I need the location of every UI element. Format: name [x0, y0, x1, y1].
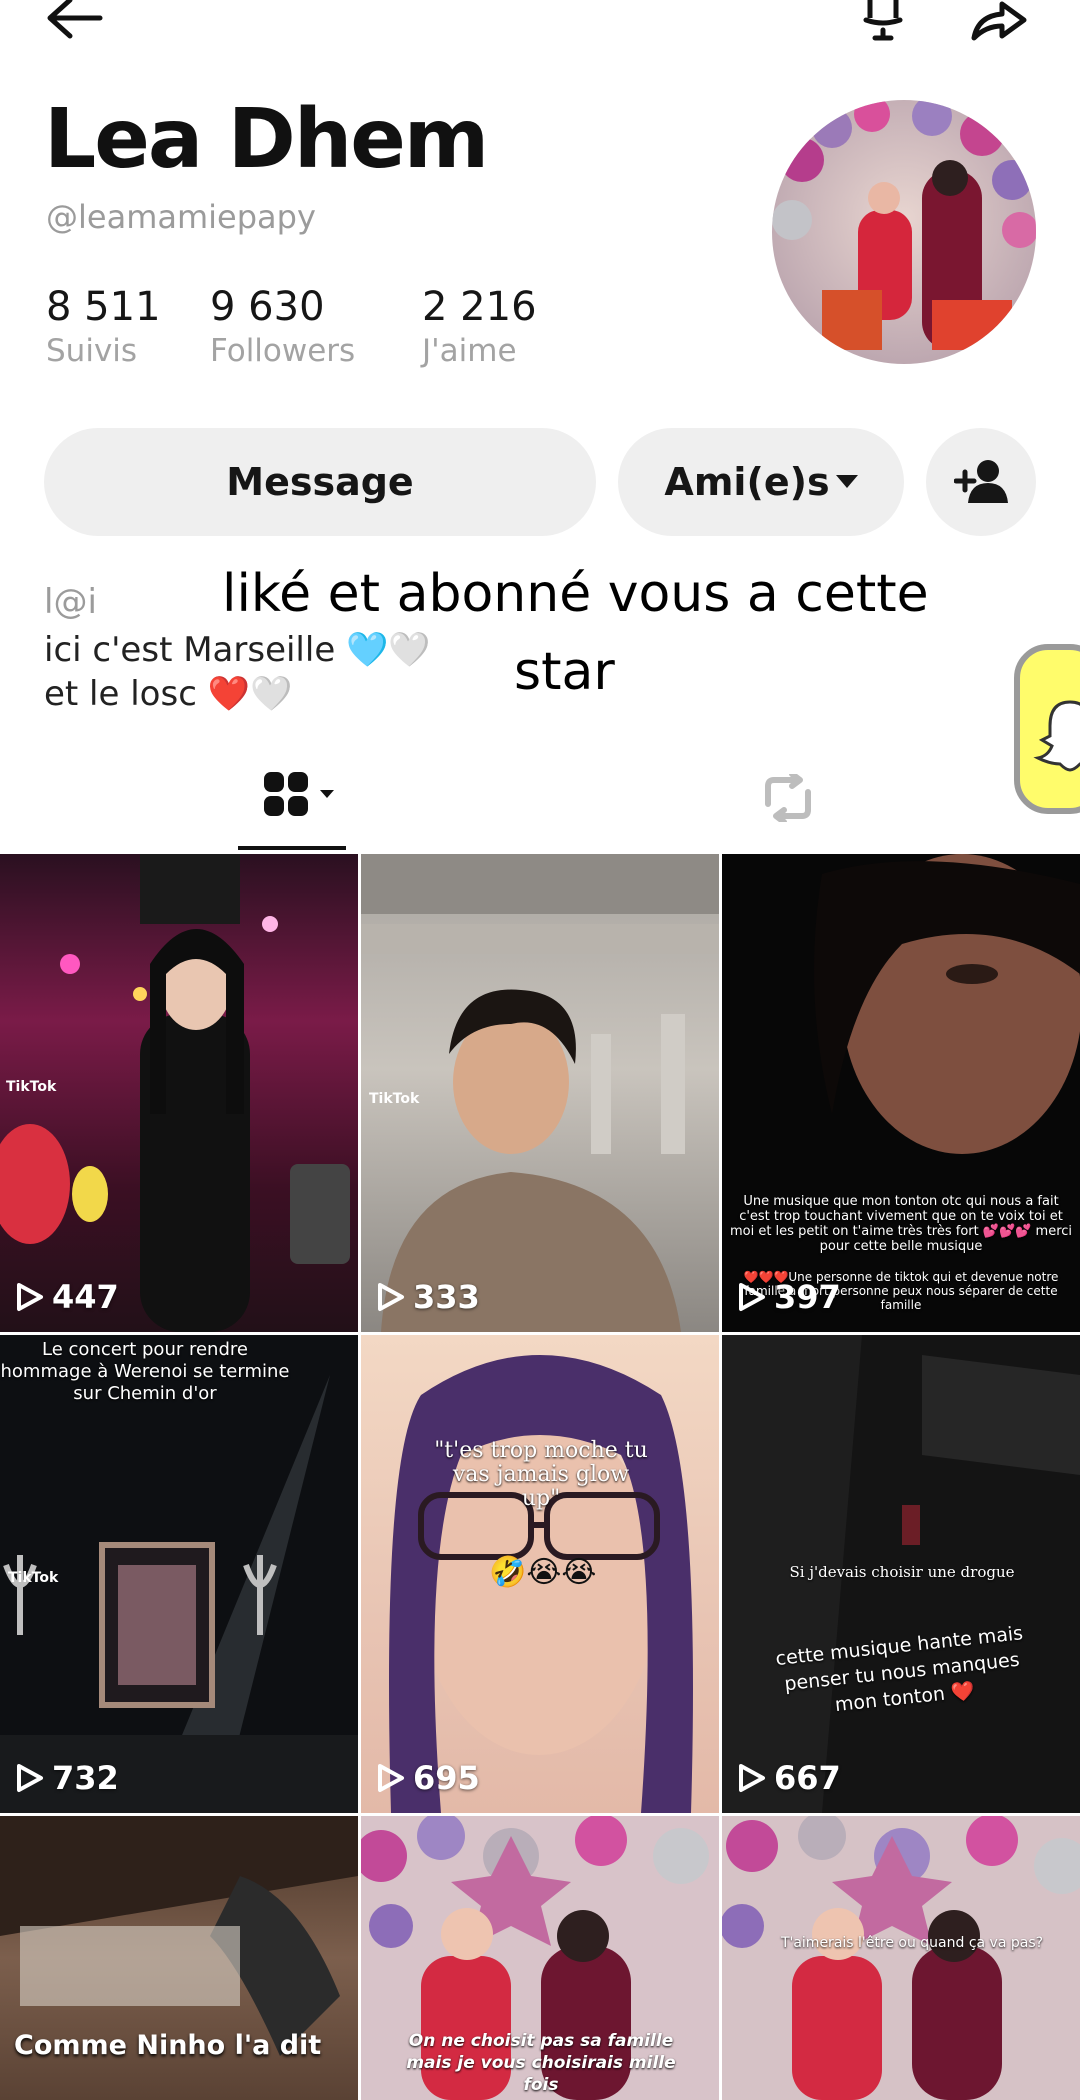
play-count-value: 732 [52, 1759, 119, 1797]
play-count-value: 667 [774, 1759, 841, 1797]
play-count-value: 695 [413, 1759, 480, 1797]
video-caption: "t'es trop moche tu vas jamais glow up" [434, 1438, 648, 1511]
video-caption: Le concert pour rendre hommage à Werenoi… [0, 1339, 290, 1404]
play-count-value: 397 [774, 1278, 841, 1316]
video-emoji: 🤣😭😭 [489, 1555, 597, 1590]
profile-handle: @leamamiepapy [46, 198, 316, 236]
share-icon[interactable] [968, 0, 1028, 44]
stat-likes-label: J'aime [422, 333, 517, 369]
avatar[interactable] [772, 100, 1036, 364]
video-thumbnail[interactable]: TikTok 447 [0, 854, 358, 1332]
bio-line-1: l@i [44, 582, 97, 622]
play-count-value: 333 [413, 1278, 480, 1316]
video-thumbnail[interactable]: T'aimerais l'être ou quand ça va pas? [722, 1816, 1080, 2100]
stat-likes[interactable]: 2 216 J'aime [422, 283, 537, 371]
video-thumbnail[interactable]: Si j'devais choisir une drogue cette mus… [722, 1335, 1080, 1813]
videos-grid-tab-icon[interactable] [262, 770, 342, 820]
message-button-label: Message [226, 460, 414, 504]
play-icon [738, 1763, 766, 1793]
tiktok-watermark: TikTok [6, 1079, 57, 1095]
play-count: 333 [377, 1278, 480, 1316]
play-count-value: 447 [52, 1278, 119, 1316]
video-thumbnail[interactable]: TikTok 333 [361, 854, 719, 1332]
play-icon [377, 1282, 405, 1312]
message-button[interactable]: Message [44, 428, 596, 536]
repost-tab-icon[interactable] [760, 774, 816, 822]
stat-followers-value: 9 630 [210, 284, 325, 330]
stat-following[interactable]: 8 511 Suivis [46, 283, 161, 371]
video-caption: Une musique que mon tonton otc qui nous … [729, 1194, 1073, 1254]
video-caption: Comme Ninho l'a dit [14, 2030, 322, 2061]
caret-down-icon [835, 475, 858, 489]
video-thumbnail[interactable]: Comme Ninho l'a dit [0, 1816, 358, 2100]
video-thumbnail[interactable]: On ne choisit pas sa famille mais je vou… [361, 1816, 719, 2100]
play-count: 447 [16, 1278, 119, 1316]
tiktok-watermark: TikTok [369, 1091, 420, 1107]
video-caption-small: Si j'devais choisir une drogue [789, 1563, 1015, 1581]
play-icon [377, 1763, 405, 1793]
bio-line-2: ici c'est Marseille 🩵🤍 [44, 630, 431, 670]
snapchat-floating-icon[interactable] [1014, 644, 1080, 814]
profile-name: Lea Dhem [44, 92, 489, 187]
video-caption: On ne choisit pas sa famille mais je vou… [406, 2031, 676, 2095]
friends-button[interactable]: Ami(e)s [618, 428, 904, 536]
play-count: 732 [16, 1759, 119, 1797]
stat-followers[interactable]: 9 630 Followers [210, 283, 355, 371]
play-icon [16, 1282, 44, 1312]
play-count: 397 [738, 1278, 841, 1316]
play-icon [738, 1282, 766, 1312]
notification-bell-icon[interactable] [858, 0, 908, 44]
overlay-text-line-2: star [514, 642, 615, 702]
tiktok-watermark: TikTok [8, 1570, 59, 1586]
active-tab-indicator [238, 846, 346, 850]
stat-following-value: 8 511 [46, 284, 161, 330]
stat-followers-label: Followers [210, 333, 356, 369]
add-friend-button[interactable] [926, 428, 1036, 536]
play-icon [16, 1763, 44, 1793]
play-count: 695 [377, 1759, 480, 1797]
video-caption: T'aimerais l'être ou quand ça va pas? [780, 1935, 1044, 1951]
friends-button-label: Ami(e)s [664, 460, 830, 504]
play-count: 667 [738, 1759, 841, 1797]
video-thumbnail[interactable]: Le concert pour rendre hommage à Werenoi… [0, 1335, 358, 1813]
bio-line-3: et le losc ❤️🤍 [44, 674, 293, 714]
video-thumbnail[interactable]: Une musique que mon tonton otc qui nous … [722, 854, 1080, 1332]
stat-likes-value: 2 216 [422, 284, 537, 330]
back-arrow-icon[interactable] [44, 0, 104, 40]
stat-following-label: Suivis [46, 333, 138, 369]
overlay-text-line-1: liké et abonné vous a cette [222, 564, 929, 624]
add-user-icon [954, 459, 1008, 505]
video-thumbnail[interactable]: "t'es trop moche tu vas jamais glow up" … [361, 1335, 719, 1813]
